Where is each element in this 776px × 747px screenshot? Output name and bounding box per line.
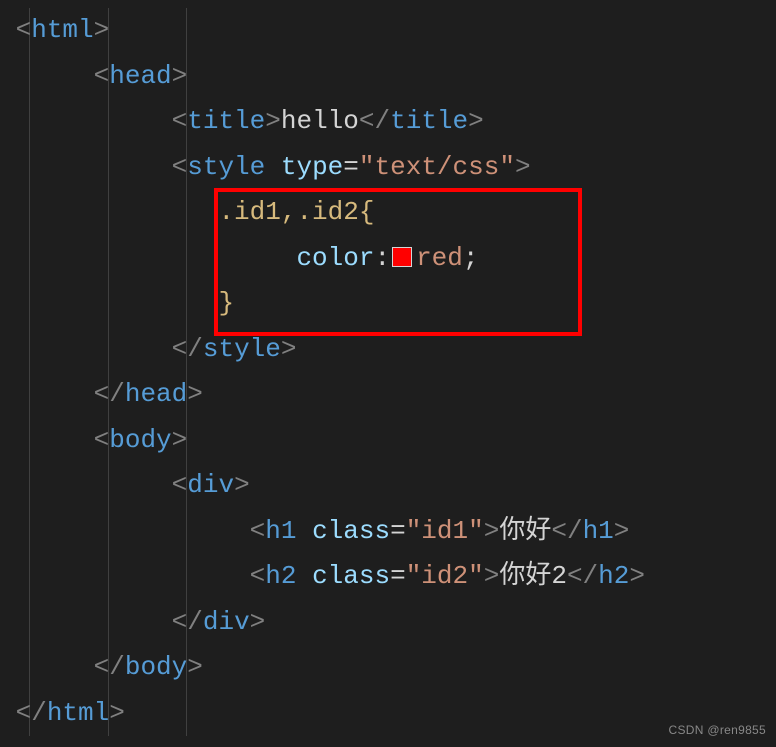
code-line[interactable]: <h1 class="id1">你好</h1>: [0, 509, 776, 555]
title-text: hello: [281, 106, 359, 136]
attr-value: "id1": [406, 516, 484, 546]
css-selector: .id1,.id2{: [218, 197, 374, 227]
code-line[interactable]: </div>: [0, 600, 776, 646]
color-swatch-icon[interactable]: [392, 247, 412, 267]
code-line[interactable]: </head>: [0, 372, 776, 418]
code-line[interactable]: <title>hello</title>: [0, 99, 776, 145]
watermark: CSDN @ren9855: [669, 720, 766, 741]
code-line[interactable]: </style>: [0, 327, 776, 373]
attr-value: "text/css": [359, 152, 515, 182]
code-line[interactable]: <body>: [0, 418, 776, 464]
code-line[interactable]: <div>: [0, 463, 776, 509]
code-line[interactable]: </html>: [0, 691, 776, 737]
css-close-brace: }: [218, 288, 234, 318]
tag-body: body: [109, 425, 171, 455]
h1-text: 你好: [499, 516, 551, 546]
attr-class: class: [312, 516, 390, 546]
attr-value: "id2": [406, 561, 484, 591]
css-property: color: [296, 243, 374, 273]
tag-title: title: [187, 106, 265, 136]
tag-html: html: [31, 15, 93, 45]
h2-text: 你好2: [499, 561, 567, 591]
tag-h1: h1: [265, 516, 296, 546]
code-line[interactable]: .id1,.id2{: [0, 190, 776, 236]
code-line[interactable]: <html>: [0, 8, 776, 54]
code-line[interactable]: color:red;: [0, 236, 776, 282]
tag-div: div: [187, 470, 234, 500]
code-line[interactable]: <h2 class="id2">你好2</h2>: [0, 554, 776, 600]
code-line[interactable]: </body>: [0, 645, 776, 691]
code-line[interactable]: <head>: [0, 54, 776, 100]
tag-style: style: [187, 152, 265, 182]
tag-h2: h2: [265, 561, 296, 591]
code-line[interactable]: }: [0, 281, 776, 327]
attr-type: type: [281, 152, 343, 182]
tag-head: head: [109, 61, 171, 91]
code-line[interactable]: <style type="text/css">: [0, 145, 776, 191]
css-value: red: [416, 243, 463, 273]
attr-class: class: [312, 561, 390, 591]
code-editor[interactable]: <html> <head> <title>hello</title> <styl…: [0, 8, 776, 736]
